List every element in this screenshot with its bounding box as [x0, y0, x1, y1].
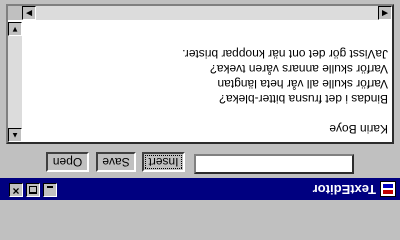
- scroll-down-button[interactable]: ▼: [8, 22, 22, 36]
- minimize-icon: [47, 186, 53, 188]
- text-input[interactable]: [194, 154, 354, 174]
- scroll-up-button[interactable]: ▲: [8, 128, 22, 142]
- text-area[interactable]: Karin Boye Bindas i det frusna bitter-bl…: [6, 4, 394, 144]
- vertical-scrollbar[interactable]: ▲ ▼: [8, 22, 22, 142]
- window-title: TextEditor: [312, 182, 376, 197]
- arrow-up-icon: ▲: [11, 131, 19, 140]
- insert-button[interactable]: Insert: [142, 152, 185, 172]
- text-content[interactable]: Karin Boye Bindas i det frusna bitter-bl…: [28, 10, 388, 136]
- open-button[interactable]: Open: [46, 152, 89, 172]
- maximize-button[interactable]: [26, 183, 40, 197]
- scrollbar-corner: [8, 6, 22, 20]
- horizontal-scrollbar[interactable]: ◀ ▶: [22, 6, 392, 20]
- text-line: Bindas i det frusna bitter-bleka?: [219, 92, 388, 106]
- maximize-icon: [29, 186, 37, 194]
- text-line: [28, 106, 388, 121]
- scroll-left-button[interactable]: ◀: [378, 6, 392, 20]
- java-cup-icon[interactable]: [380, 181, 396, 197]
- text-line: Varför skulle all vår heta längtan: [217, 77, 388, 91]
- title-bar[interactable]: TextEditor ×: [0, 178, 400, 200]
- text-line: Karin Boye: [329, 122, 388, 136]
- window: TextEditor × Insert Save Open Karin Boye…: [0, 0, 400, 200]
- close-button[interactable]: ×: [9, 183, 23, 198]
- save-button[interactable]: Save: [96, 152, 136, 172]
- scroll-right-button[interactable]: ▶: [22, 6, 36, 20]
- text-line: JaVisst gör det ont när knoppar brister.: [182, 47, 388, 61]
- minimize-button[interactable]: [43, 183, 57, 197]
- arrow-down-icon: ▼: [11, 25, 19, 34]
- text-line: Varför skulle annars våren tveka?: [210, 62, 388, 76]
- arrow-left-icon: ◀: [381, 9, 389, 18]
- arrow-right-icon: ▶: [25, 9, 33, 18]
- close-icon: ×: [12, 184, 20, 198]
